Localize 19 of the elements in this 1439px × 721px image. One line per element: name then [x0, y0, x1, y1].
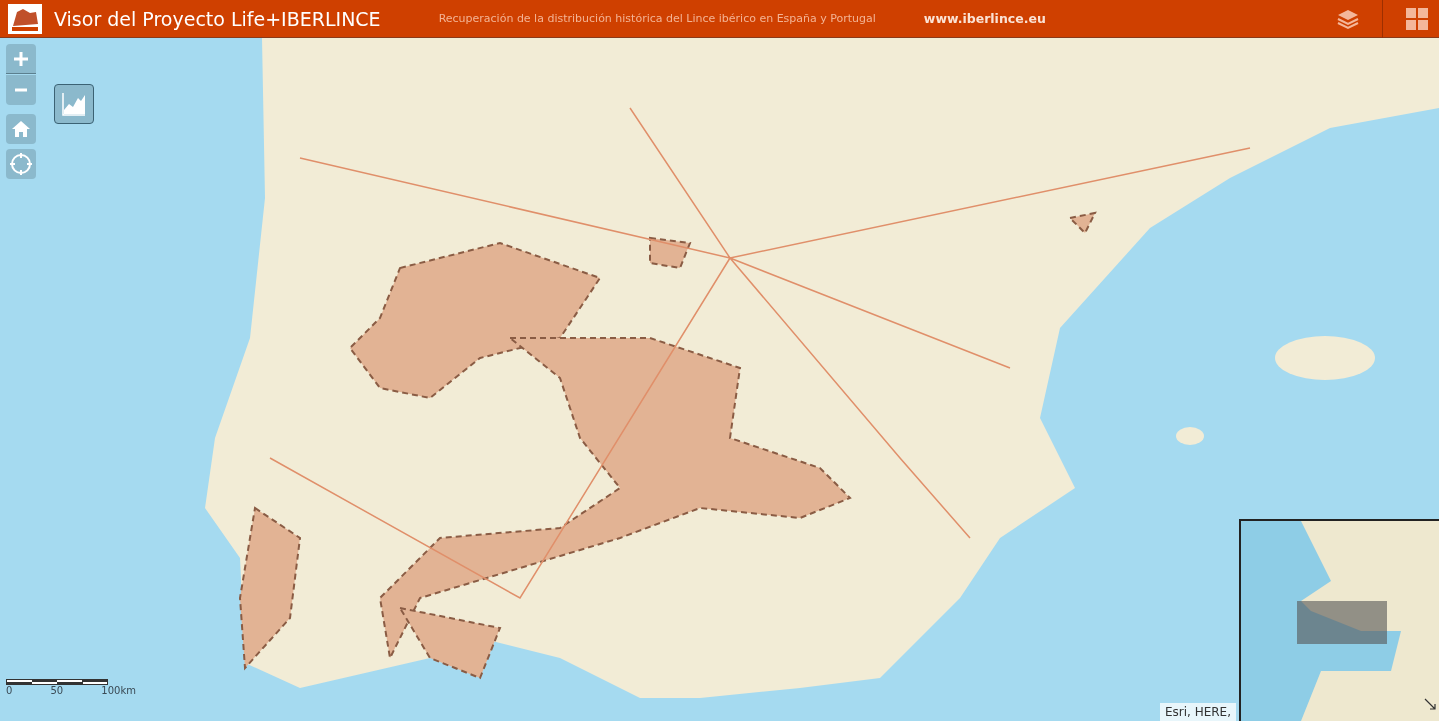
- attribution-text: Esri, HERE,: [1159, 703, 1236, 721]
- zoom-in-button[interactable]: [6, 44, 36, 74]
- scale-label: 0: [6, 685, 13, 696]
- scale-label: 100km: [101, 685, 136, 696]
- island: [1176, 427, 1204, 445]
- habitat-area: [1067, 211, 1097, 235]
- chart-button[interactable]: [54, 84, 94, 124]
- home-icon: [11, 119, 31, 139]
- plus-icon: [13, 50, 29, 67]
- website-link[interactable]: www.iberlince.eu: [923, 11, 1046, 26]
- overview-map[interactable]: [1239, 519, 1439, 721]
- scale-label: 50: [50, 685, 64, 696]
- grid-icon: [1405, 6, 1429, 31]
- crosshair-icon: [10, 153, 32, 175]
- app-subtitle: Recuperación de la distribución histórica del Lince ibérico en España y Portugal: [438, 12, 876, 25]
- app-title: Visor del Proyecto Life+IBERLINCE: [54, 7, 381, 30]
- area-chart-icon: [61, 91, 87, 117]
- habitat-area: [649, 236, 692, 270]
- logo-icon: [8, 3, 42, 34]
